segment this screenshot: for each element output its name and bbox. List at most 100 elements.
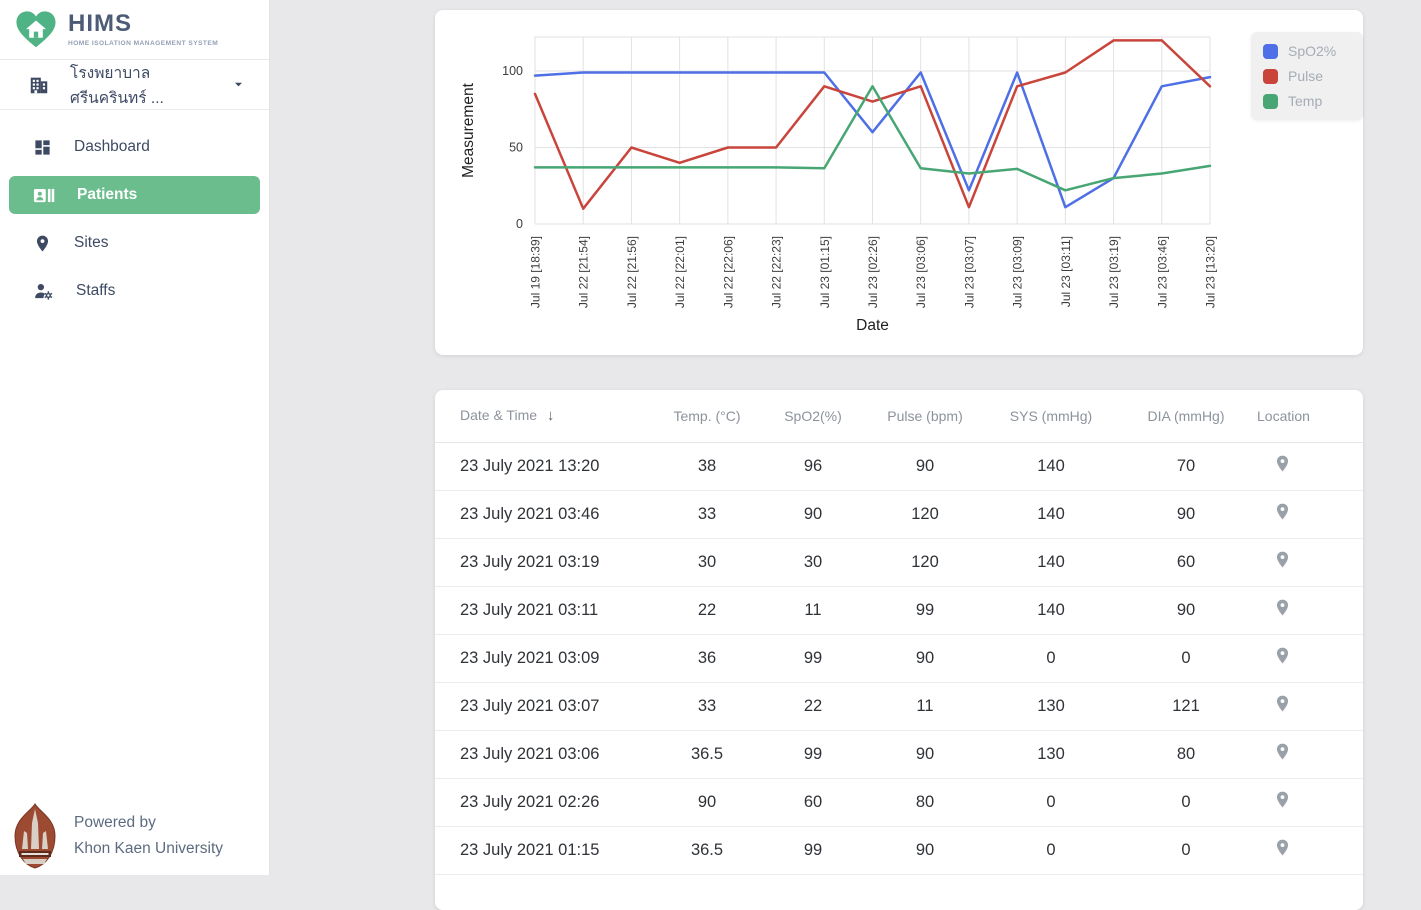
value-cell: 22: [657, 586, 757, 634]
value-cell: 0: [981, 826, 1121, 874]
location-pin-icon[interactable]: [1251, 538, 1363, 586]
column-header-spo2: SpO2(%): [757, 390, 869, 442]
datetime-cell: 23 July 2021 03:19: [435, 538, 657, 586]
sidebar-item-staffs[interactable]: Staffs: [9, 272, 260, 310]
heart-home-logo-icon: [14, 10, 58, 50]
measurement-chart: 050100Jul 19 [18:39]Jul 22 [21:54]Jul 22…: [435, 10, 1363, 355]
column-header-temp: Temp. (°C): [657, 390, 757, 442]
staff-gear-icon: [33, 281, 54, 302]
column-header-datetime[interactable]: Date & Time ↓: [435, 390, 657, 442]
table-row: 23 July 2021 03:07332211130121: [435, 682, 1363, 730]
datetime-cell: 23 July 2021 13:20: [435, 442, 657, 490]
value-cell: 120: [869, 538, 981, 586]
svg-text:Jul 23 [13:20]: Jul 23 [13:20]: [1204, 236, 1218, 308]
datetime-cell: 23 July 2021 01:15: [435, 826, 657, 874]
value-cell: 90: [869, 826, 981, 874]
value-cell: 0: [1121, 826, 1251, 874]
svg-text:Jul 22 [21:56]: Jul 22 [21:56]: [625, 236, 639, 308]
column-header-sys: SYS (mmHg): [981, 390, 1121, 442]
datetime-cell: 23 July 2021 03:46: [435, 490, 657, 538]
kku-logo: [12, 803, 58, 869]
value-cell: 90: [757, 490, 869, 538]
datetime-cell: 23 July 2021 02:26: [435, 778, 657, 826]
legend-item-spo2[interactable]: SpO2%: [1263, 43, 1345, 59]
svg-text:Jul 22 [22:23]: Jul 22 [22:23]: [770, 236, 784, 308]
value-cell: 0: [981, 778, 1121, 826]
hospital-name: โรงพยาบาลศรีนครินทร์ ...: [70, 60, 210, 110]
app-title: HIMS: [68, 12, 218, 36]
legend-label: SpO2%: [1288, 43, 1336, 59]
value-cell: 99: [757, 826, 869, 874]
value-cell: 90: [869, 442, 981, 490]
value-cell: 30: [757, 538, 869, 586]
powered-by-line1: Powered by: [74, 814, 156, 831]
sidebar-item-label: Staffs: [76, 282, 115, 300]
location-pin-icon[interactable]: [1251, 442, 1363, 490]
column-header-location: Location: [1251, 390, 1363, 442]
sidebar-item-sites[interactable]: Sites: [9, 224, 260, 262]
value-cell: 140: [981, 538, 1121, 586]
value-cell: 30: [657, 538, 757, 586]
location-pin-icon[interactable]: [1251, 634, 1363, 682]
value-cell: 140: [981, 586, 1121, 634]
location-pin-icon[interactable]: [1251, 826, 1363, 874]
powered-by: Powered by Khon Kaen University: [12, 803, 223, 869]
column-header-dia: DIA (mmHg): [1121, 390, 1251, 442]
value-cell: 90: [1121, 490, 1251, 538]
value-cell: 90: [869, 634, 981, 682]
table-header-row: Date & Time ↓ Temp. (°C) SpO2(%) Pulse (…: [435, 390, 1363, 442]
legend-label: Temp: [1288, 93, 1322, 109]
svg-text:Jul 23 [03:06]: Jul 23 [03:06]: [914, 236, 928, 308]
sidebar-menu: Dashboard Patients Sites: [0, 128, 269, 310]
value-cell: 121: [1121, 682, 1251, 730]
location-pin-icon: [33, 234, 52, 253]
datetime-cell: 23 July 2021 03:07: [435, 682, 657, 730]
svg-text:100: 100: [502, 64, 523, 78]
svg-text:Jul 23 [02:26]: Jul 23 [02:26]: [866, 236, 880, 308]
location-pin-icon[interactable]: [1251, 778, 1363, 826]
chart-legend: SpO2% Pulse Temp: [1251, 32, 1363, 120]
location-pin-icon[interactable]: [1251, 730, 1363, 778]
table-row: 23 July 2021 01:1536.5999000: [435, 826, 1363, 874]
value-cell: 22: [757, 682, 869, 730]
powered-by-line2: Khon Kaen University: [74, 840, 223, 857]
location-pin-icon[interactable]: [1251, 586, 1363, 634]
legend-swatch-icon: [1263, 94, 1278, 109]
legend-item-pulse[interactable]: Pulse: [1263, 68, 1345, 84]
table-row: 23 July 2021 03:0636.5999013080: [435, 730, 1363, 778]
app-logo: HIMS HOME ISOLATION MANAGEMENT SYSTEM: [0, 0, 269, 60]
building-icon: [28, 74, 50, 96]
value-cell: 99: [869, 586, 981, 634]
location-pin-icon[interactable]: [1251, 490, 1363, 538]
table-row: 23 July 2021 03:0936999000: [435, 634, 1363, 682]
location-pin-icon[interactable]: [1251, 682, 1363, 730]
table-row: 23 July 2021 02:2690608000: [435, 778, 1363, 826]
table-row: 23 July 2021 03:1122119914090: [435, 586, 1363, 634]
sidebar-item-label: Patients: [77, 186, 137, 204]
value-cell: 120: [869, 490, 981, 538]
value-cell: 130: [981, 730, 1121, 778]
value-cell: 140: [981, 490, 1121, 538]
svg-text:Jul 23 [03:09]: Jul 23 [03:09]: [1011, 236, 1025, 308]
svg-text:Jul 23 [03:11]: Jul 23 [03:11]: [1059, 236, 1073, 307]
value-cell: 38: [657, 442, 757, 490]
value-cell: 130: [981, 682, 1121, 730]
legend-item-temp[interactable]: Temp: [1263, 93, 1345, 109]
svg-text:Jul 19 [18:39]: Jul 19 [18:39]: [529, 236, 543, 308]
svg-text:50: 50: [509, 141, 523, 155]
hospital-selector[interactable]: โรงพยาบาลศรีนครินทร์ ...: [0, 60, 269, 110]
vitals-table: Date & Time ↓ Temp. (°C) SpO2(%) Pulse (…: [435, 390, 1363, 875]
datetime-cell: 23 July 2021 03:11: [435, 586, 657, 634]
svg-text:Jul 23 [03:19]: Jul 23 [03:19]: [1107, 236, 1121, 308]
value-cell: 80: [1121, 730, 1251, 778]
vitals-chart-card: 050100Jul 19 [18:39]Jul 22 [21:54]Jul 22…: [435, 10, 1363, 355]
svg-text:Jul 23 [03:07]: Jul 23 [03:07]: [962, 236, 976, 308]
chevron-down-icon: [230, 76, 247, 93]
value-cell: 0: [1121, 634, 1251, 682]
sidebar-item-label: Sites: [74, 234, 108, 252]
sort-desc-icon[interactable]: ↓: [547, 407, 555, 424]
sidebar-item-patients[interactable]: Patients: [9, 176, 260, 214]
app-subtitle: HOME ISOLATION MANAGEMENT SYSTEM: [68, 40, 218, 47]
legend-swatch-icon: [1263, 44, 1278, 59]
sidebar-item-dashboard[interactable]: Dashboard: [9, 128, 260, 166]
